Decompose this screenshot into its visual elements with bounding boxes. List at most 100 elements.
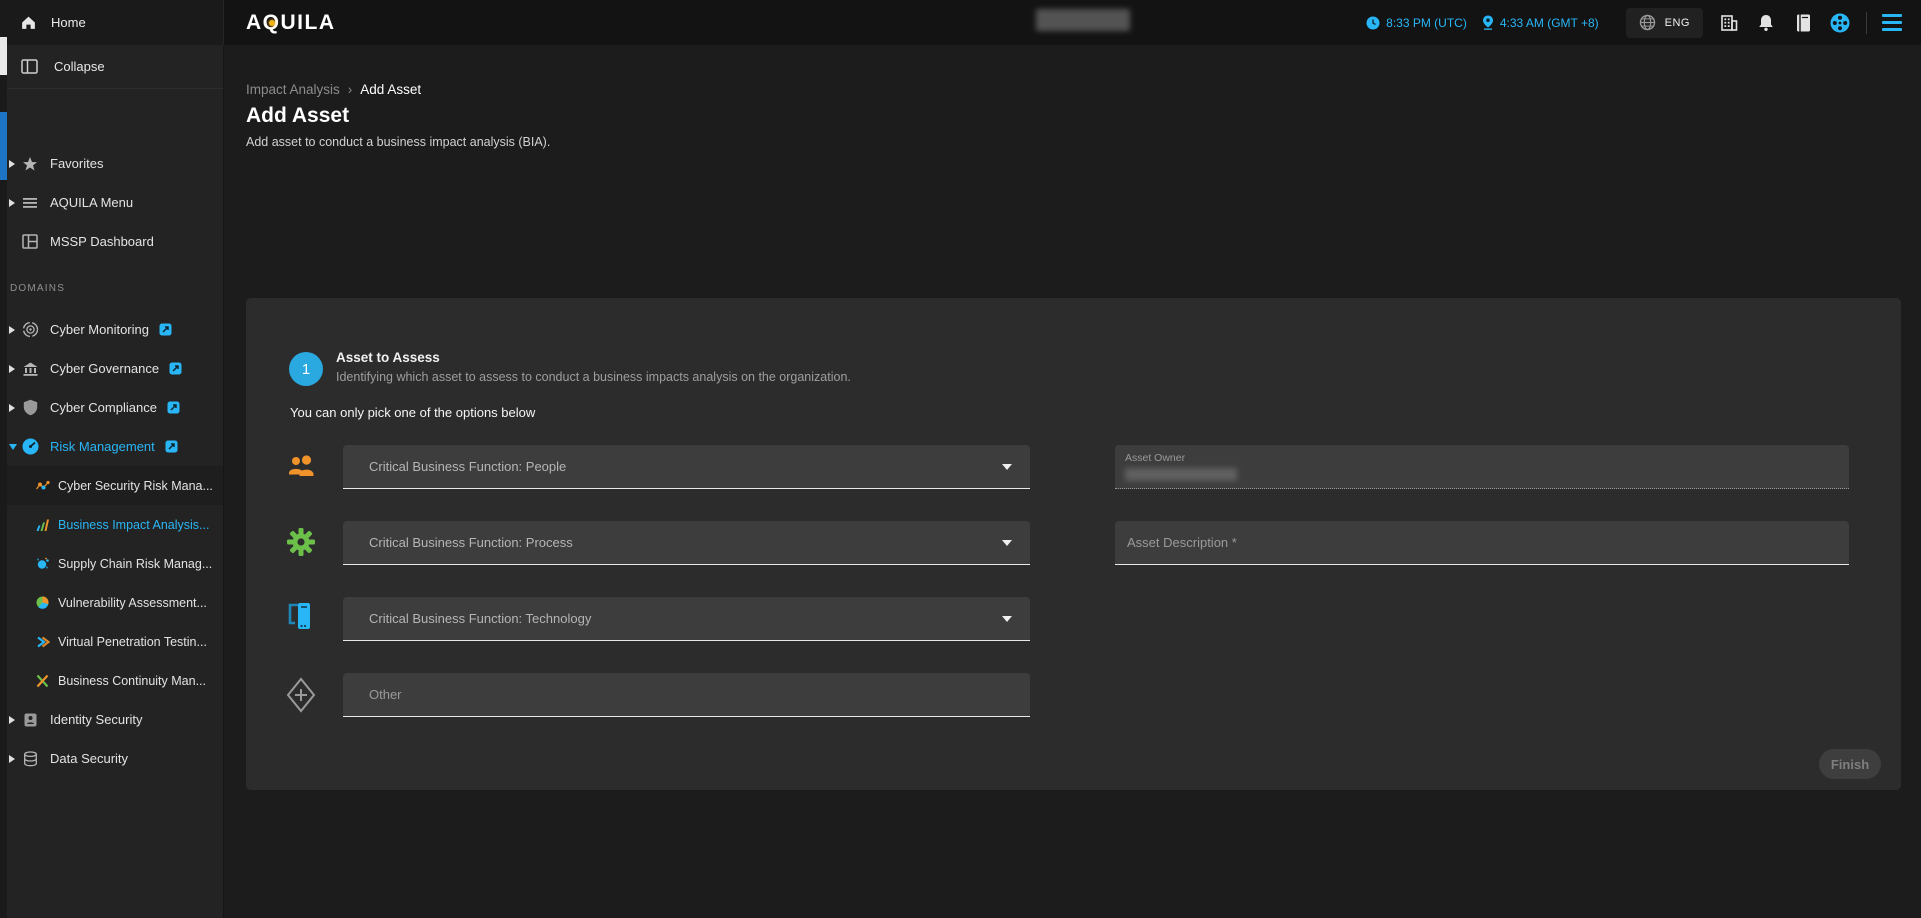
- chevron-right-icon: [9, 716, 15, 724]
- sidebar-item-aquila-menu[interactable]: AQUILA Menu: [0, 183, 223, 222]
- dropdown-caret-icon: [1002, 540, 1012, 551]
- step-title: Asset to Assess: [336, 350, 440, 365]
- sidebar-item-cyber-compliance[interactable]: Cyber Compliance: [0, 388, 223, 427]
- breadcrumb-add-asset: Add Asset: [360, 82, 421, 97]
- language-label: ENG: [1665, 17, 1690, 29]
- notifications-button[interactable]: [1755, 12, 1777, 34]
- support-button[interactable]: [1829, 12, 1851, 34]
- open-external-icon[interactable]: [165, 440, 178, 453]
- language-selector[interactable]: ENG: [1626, 8, 1703, 38]
- step-number-badge: 1: [289, 352, 323, 386]
- chevron-right-icon: [9, 365, 15, 373]
- technology-icon: [283, 601, 319, 633]
- chevron-down-icon: [9, 444, 17, 450]
- location-pin-icon: [1482, 15, 1494, 30]
- clock-icon: [1366, 16, 1380, 30]
- sidebar-item-vulnerability-assessment[interactable]: Vulnerability Assessment...: [0, 583, 223, 622]
- bank-icon: [22, 361, 39, 377]
- finish-button[interactable]: Finish: [1819, 749, 1881, 779]
- open-external-icon[interactable]: [159, 323, 172, 336]
- sidebar-item-cyber-monitoring[interactable]: Cyber Monitoring: [0, 310, 223, 349]
- domains-section-label: DOMAINS: [10, 283, 223, 294]
- cbf-technology-select-value: Critical Business Function: Technology: [369, 611, 1002, 626]
- app-window: Home AQUILA 8:33 PM (UTC) 4:33 AM (GMT +…: [0, 0, 1921, 918]
- breadcrumb-separator: ›: [348, 82, 353, 97]
- main-content: Impact Analysis › Add Asset Add Asset Ad…: [224, 45, 1921, 918]
- sidebar-item-cyber-security-risk-management[interactable]: Cyber Security Risk Mana...: [0, 466, 223, 505]
- support-reel-icon: [1829, 12, 1851, 34]
- sidebar-item-supply-chain-risk-management[interactable]: Supply Chain Risk Manag...: [0, 544, 223, 583]
- collapse-panel-icon: [21, 59, 38, 74]
- sidebar-item-business-continuity-management[interactable]: Business Continuity Man...: [0, 661, 223, 700]
- open-external-icon[interactable]: [169, 362, 182, 375]
- sidebar-item-identity-security[interactable]: Identity Security: [0, 700, 223, 739]
- sidebar: Collapse Favorites AQUILA Menu MSSP Dash…: [0, 45, 224, 918]
- cbf-people-select-value: Critical Business Function: People: [369, 459, 1002, 474]
- sidebar-item-virtual-penetration-testing[interactable]: Virtual Penetration Testin...: [0, 622, 223, 661]
- sidebar-item-cyber-governance[interactable]: Cyber Governance: [0, 349, 223, 388]
- sidebar-accent-indicator: [0, 112, 7, 180]
- sidebar-item-home[interactable]: Home: [0, 0, 224, 45]
- chevron-right-icon: [9, 755, 15, 763]
- dropdown-caret-icon: [1002, 616, 1012, 627]
- utc-time-label: 8:33 PM (UTC): [1386, 16, 1467, 30]
- sidebar-collapse-button[interactable]: Collapse: [0, 45, 223, 89]
- cbf-people-select[interactable]: Critical Business Function: People: [343, 445, 1030, 489]
- cbf-technology-select[interactable]: Critical Business Function: Technology: [343, 597, 1030, 641]
- top-bar: Home AQUILA 8:33 PM (UTC) 4:33 AM (GMT +…: [0, 0, 1921, 45]
- breadcrumb-impact-analysis[interactable]: Impact Analysis: [246, 82, 340, 97]
- star-icon: [22, 156, 38, 172]
- options-instruction: You can only pick one of the options bel…: [290, 405, 535, 420]
- cbf-process-select[interactable]: Critical Business Function: Process: [343, 521, 1030, 565]
- chevron-right-icon: [9, 326, 15, 334]
- gear-icon: [283, 527, 319, 557]
- asset-owner-label: Asset Owner: [1125, 452, 1839, 464]
- documentation-button[interactable]: [1792, 12, 1814, 34]
- utc-time: 8:33 PM (UTC): [1366, 16, 1467, 30]
- menu-lines-icon: [22, 196, 38, 210]
- home-label: Home: [51, 15, 86, 30]
- other-asset-input[interactable]: [343, 673, 1030, 717]
- shield-icon: [23, 399, 38, 416]
- radar-icon: [22, 321, 39, 338]
- open-external-icon[interactable]: [167, 401, 180, 414]
- database-icon: [23, 751, 38, 767]
- collapse-label: Collapse: [54, 59, 105, 74]
- page-title: Add Asset: [246, 104, 349, 128]
- asset-description-input[interactable]: [1115, 521, 1849, 564]
- main-menu-button[interactable]: [1882, 14, 1902, 31]
- building-icon: [1719, 13, 1739, 33]
- topbar-right-cluster: 8:33 PM (UTC) 4:33 AM (GMT +8) ENG: [1366, 8, 1921, 38]
- vulnerability-pie-icon: [35, 595, 50, 610]
- step-description: Identifying which asset to assess to con…: [336, 370, 851, 384]
- aquila-logo[interactable]: AQUILA: [246, 11, 336, 35]
- continuity-x-icon: [35, 674, 50, 688]
- chevron-right-icon: [9, 404, 15, 412]
- asset-owner-field[interactable]: Asset Owner: [1115, 445, 1849, 489]
- supply-chain-icon: [35, 557, 50, 571]
- sidebar-item-risk-management[interactable]: Risk Management: [0, 427, 223, 466]
- page-subtitle: Add asset to conduct a business impact a…: [246, 135, 550, 149]
- impact-bars-icon: [35, 518, 50, 532]
- pentest-chevron-icon: [35, 635, 50, 649]
- sidebar-item-favorites[interactable]: Favorites: [0, 144, 223, 183]
- sidebar-scrollbar-thumb[interactable]: [0, 37, 7, 75]
- globe-icon: [1639, 14, 1656, 31]
- logo-q-dot: [269, 20, 275, 26]
- dropdown-caret-icon: [1002, 464, 1012, 475]
- sidebar-item-data-security[interactable]: Data Security: [0, 739, 223, 778]
- sidebar-item-business-impact-analysis[interactable]: Business Impact Analysis...: [0, 505, 223, 544]
- logo-text: AQUILA: [246, 11, 336, 34]
- local-time-label: 4:33 AM (GMT +8): [1500, 16, 1599, 30]
- risk-gauge-icon: [22, 438, 39, 455]
- topbar-divider: [1866, 12, 1867, 34]
- redacted-tenant-name: [1036, 9, 1130, 31]
- breadcrumb: Impact Analysis › Add Asset: [246, 82, 421, 97]
- menu-icon: [1882, 14, 1902, 17]
- organization-button[interactable]: [1718, 12, 1740, 34]
- sidebar-item-mssp-dashboard[interactable]: MSSP Dashboard: [0, 222, 223, 261]
- asset-description-field: [1115, 521, 1849, 565]
- cbf-process-select-value: Critical Business Function: Process: [369, 535, 1002, 550]
- sidebar-menu: Favorites AQUILA Menu MSSP Dashboard DOM…: [0, 134, 223, 778]
- chevron-right-icon: [9, 199, 15, 207]
